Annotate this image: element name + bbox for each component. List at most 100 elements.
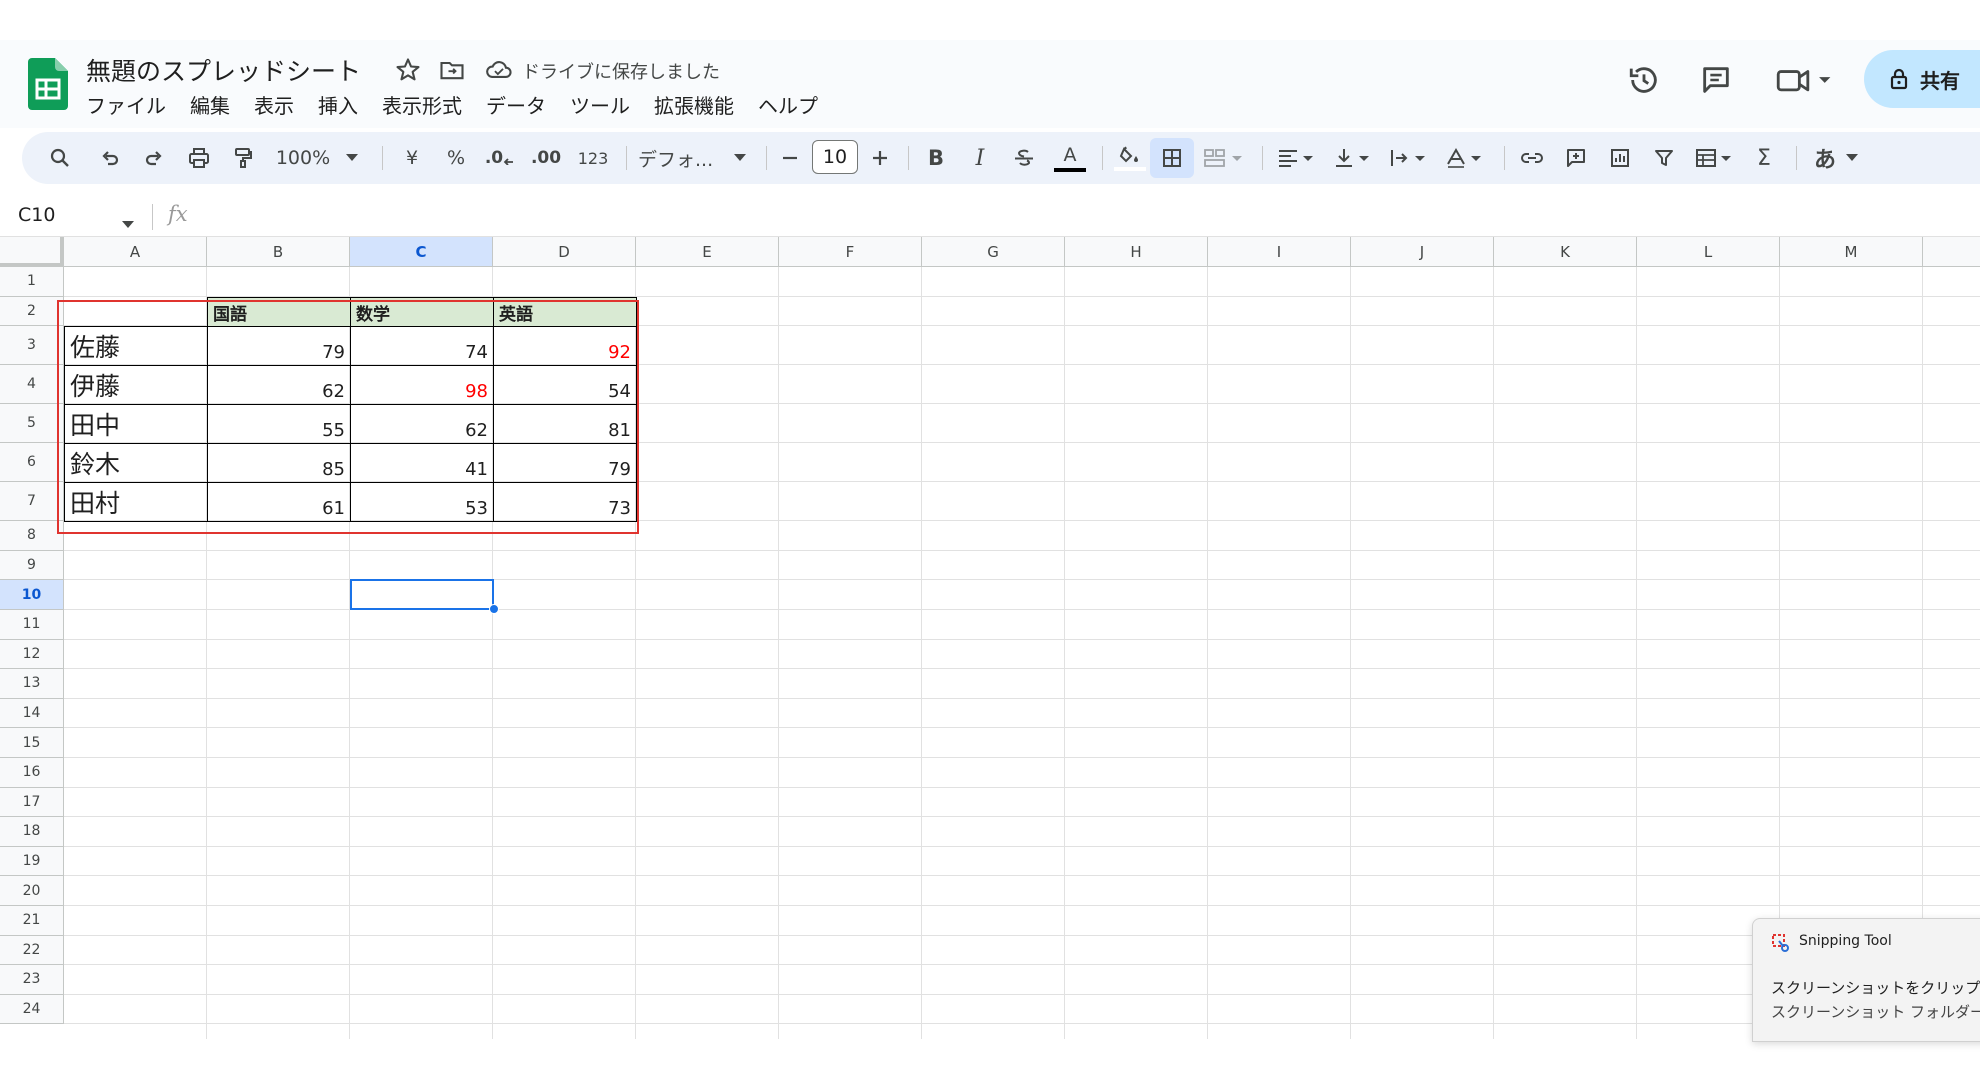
row-header-11[interactable]: 11: [0, 610, 64, 640]
column-header-partial[interactable]: [1923, 237, 1980, 267]
borders-icon[interactable]: [1156, 142, 1188, 174]
column-header-f[interactable]: F: [779, 237, 922, 267]
merge-cells-icon[interactable]: [1198, 142, 1250, 174]
selected-cell-c10[interactable]: [350, 579, 494, 610]
font-caret-icon[interactable]: [730, 142, 750, 174]
number-format-button[interactable]: 123: [574, 142, 612, 174]
column-header-l[interactable]: L: [1637, 237, 1780, 267]
paint-format-icon[interactable]: [226, 142, 260, 174]
column-header-a[interactable]: A: [64, 237, 207, 267]
menu-tools[interactable]: ツール: [570, 90, 630, 120]
zoom-caret-icon[interactable]: [342, 142, 362, 174]
menu-format[interactable]: 表示形式: [382, 90, 462, 120]
text-color-button[interactable]: A: [1052, 142, 1088, 174]
spreadsheet-grid[interactable]: A B C D E F G H I J K L M 1 2 3 4 5 6 7 8 9 10 11 12 13 14 15 16 17 18…: [0, 237, 1980, 1039]
column-header-d[interactable]: D: [493, 237, 636, 267]
share-button[interactable]: 共有: [1864, 50, 1980, 108]
snipping-tool-notification[interactable]: Snipping Tool スクリーンショットをクリップボードにコ スクリーンシ…: [1752, 918, 1980, 1042]
cloud-saved-icon[interactable]: [484, 56, 512, 84]
star-icon[interactable]: [394, 56, 422, 84]
column-header-h[interactable]: H: [1065, 237, 1208, 267]
row-header-15[interactable]: 15: [0, 728, 64, 758]
row-header-1[interactable]: 1: [0, 267, 64, 297]
search-menus-icon[interactable]: [44, 142, 76, 174]
text-rotation-icon[interactable]: [1440, 142, 1492, 174]
menu-edit[interactable]: 編集: [190, 90, 230, 120]
toolbar-divider: [766, 146, 767, 170]
column-header-b[interactable]: B: [207, 237, 350, 267]
row-header-7[interactable]: 7: [0, 482, 64, 522]
menu-view[interactable]: 表示: [254, 90, 294, 120]
percent-format-button[interactable]: %: [440, 142, 472, 174]
decrease-decimal-button[interactable]: .0: [482, 142, 518, 174]
currency-format-button[interactable]: ¥: [396, 142, 428, 174]
bold-button[interactable]: B: [920, 142, 952, 174]
comments-icon[interactable]: [1696, 60, 1736, 100]
column-header-j[interactable]: J: [1351, 237, 1494, 267]
version-history-icon[interactable]: [1624, 60, 1664, 100]
row-header-19[interactable]: 19: [0, 846, 64, 877]
menu-file[interactable]: ファイル: [86, 90, 166, 120]
vertical-align-icon[interactable]: [1328, 142, 1380, 174]
print-icon[interactable]: [182, 142, 216, 174]
grid-line: [64, 1023, 1980, 1025]
sheets-logo-icon[interactable]: [28, 58, 68, 110]
row-header-17[interactable]: 17: [0, 787, 64, 818]
row-header-4[interactable]: 4: [0, 365, 64, 405]
row-header-14[interactable]: 14: [0, 698, 64, 729]
insert-chart-icon[interactable]: [1604, 142, 1636, 174]
menu-data[interactable]: データ: [486, 90, 546, 120]
column-header-g[interactable]: G: [922, 237, 1065, 267]
font-size-input[interactable]: 10: [812, 140, 858, 174]
row-header-23[interactable]: 23: [0, 965, 64, 995]
document-title[interactable]: 無題のスプレッドシート: [86, 52, 361, 88]
move-folder-icon[interactable]: [438, 56, 466, 84]
row-header-20[interactable]: 20: [0, 876, 64, 906]
input-tools-button[interactable]: あ: [1808, 142, 1864, 174]
font-size-decrease-icon[interactable]: [776, 142, 804, 174]
name-box[interactable]: C10: [18, 204, 55, 226]
font-family-select[interactable]: デフォ...: [638, 142, 728, 174]
filter-views-icon[interactable]: [1690, 142, 1742, 174]
row-header-12[interactable]: 12: [0, 639, 64, 670]
row-header-5[interactable]: 5: [0, 404, 64, 444]
row-header-6[interactable]: 6: [0, 443, 64, 483]
meet-call-icon[interactable]: [1770, 60, 1840, 100]
insert-link-icon[interactable]: [1516, 142, 1548, 174]
row-header-2[interactable]: 2: [0, 296, 64, 327]
strikethrough-icon[interactable]: [1008, 142, 1040, 174]
text-wrapping-icon[interactable]: [1384, 142, 1436, 174]
menu-extensions[interactable]: 拡張機能: [654, 90, 734, 120]
menu-help[interactable]: ヘルプ: [758, 90, 818, 120]
column-header-m[interactable]: M: [1780, 237, 1923, 267]
column-header-e[interactable]: E: [636, 237, 779, 267]
column-header-k[interactable]: K: [1494, 237, 1637, 267]
increase-decimal-button[interactable]: .00: [526, 142, 566, 174]
filter-icon[interactable]: [1648, 142, 1680, 174]
column-header-c[interactable]: C: [350, 237, 493, 267]
row-header-3[interactable]: 3: [0, 326, 64, 366]
row-header-24[interactable]: 24: [0, 994, 64, 1025]
name-box-caret-icon[interactable]: [122, 214, 134, 233]
fill-color-icon[interactable]: [1112, 142, 1148, 174]
row-header-22[interactable]: 22: [0, 935, 64, 966]
row-header-21[interactable]: 21: [0, 906, 64, 936]
row-header-16[interactable]: 16: [0, 758, 64, 788]
functions-button[interactable]: Σ: [1748, 142, 1780, 174]
column-header-i[interactable]: I: [1208, 237, 1351, 267]
fill-handle[interactable]: [489, 604, 499, 614]
menu-insert[interactable]: 挿入: [318, 90, 358, 120]
row-header-9[interactable]: 9: [0, 550, 64, 581]
italic-button[interactable]: I: [964, 142, 996, 174]
row-header-10[interactable]: 10: [0, 580, 64, 610]
row-header-13[interactable]: 13: [0, 669, 64, 699]
zoom-select[interactable]: 100%: [276, 142, 330, 174]
horizontal-align-icon[interactable]: [1272, 142, 1324, 174]
insert-comment-icon[interactable]: [1560, 142, 1592, 174]
font-size-increase-icon[interactable]: [866, 142, 894, 174]
row-header-8[interactable]: 8: [0, 521, 64, 551]
row-header-18[interactable]: 18: [0, 817, 64, 847]
undo-icon[interactable]: [94, 142, 126, 174]
redo-icon[interactable]: [138, 142, 170, 174]
select-all-corner[interactable]: [0, 237, 64, 267]
